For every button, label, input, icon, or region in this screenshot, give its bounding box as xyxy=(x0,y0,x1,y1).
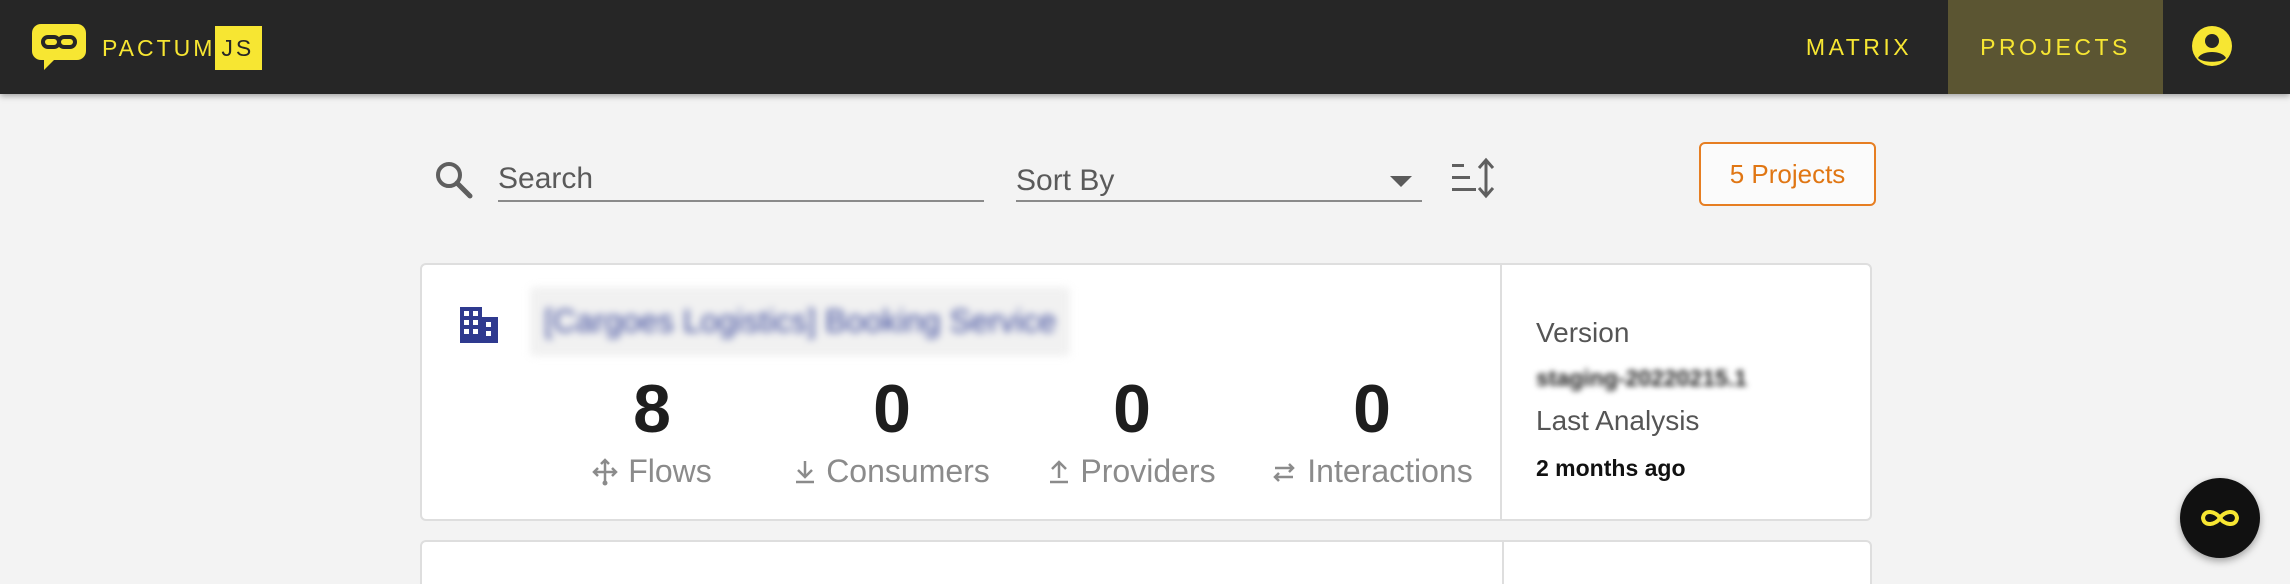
version-label: Version xyxy=(1536,317,1630,348)
version-value: staging-20220215.1 xyxy=(1536,365,1747,391)
upload-icon xyxy=(1050,459,1069,483)
swap-icon xyxy=(1273,462,1296,482)
brand-name: PACTUM xyxy=(102,34,216,61)
sort-direction-icon[interactable] xyxy=(1448,154,1496,202)
stat-consumers: 0 Consumers xyxy=(772,373,1012,490)
search-field xyxy=(498,158,984,202)
top-app-bar: PACTUM JS MATRIX PROJECTS xyxy=(0,0,2290,94)
sort-by-select[interactable]: Sort By xyxy=(1016,158,1422,202)
flows-icon xyxy=(592,457,618,485)
chevron-down-icon xyxy=(1390,176,1412,187)
search-input[interactable] xyxy=(498,158,984,200)
stat-value: 0 xyxy=(1113,371,1151,447)
stat-label: Providers xyxy=(1080,453,1216,489)
search-icon xyxy=(436,162,473,199)
last-analysis-value: 2 months ago xyxy=(1536,455,1686,481)
stat-value: 0 xyxy=(873,371,911,447)
last-analysis-label: Last Analysis xyxy=(1536,405,1700,436)
stat-providers: 0 Providers xyxy=(1012,373,1252,490)
project-name[interactable]: [Cargoes Logistics] Booking Service xyxy=(530,287,1071,356)
project-count-button[interactable]: 5 Projects xyxy=(1699,142,1876,206)
floating-action-button[interactable] xyxy=(2180,478,2260,558)
project-card[interactable]: [Cargoes Logistics] Booking Service 8 Fl… xyxy=(420,263,1872,521)
infinity-icon xyxy=(2200,510,2240,526)
card-divider xyxy=(1502,542,1504,584)
stat-value: 8 xyxy=(633,371,671,447)
stat-label: Flows xyxy=(628,453,712,489)
sort-by-value: Sort By xyxy=(1016,164,1115,197)
stat-label: Consumers xyxy=(826,453,990,489)
pactum-logo-icon[interactable] xyxy=(32,24,86,70)
stat-interactions: 0 Interactions xyxy=(1252,373,1492,490)
nav-projects[interactable]: PROJECTS xyxy=(1948,0,2163,94)
project-meta: Version staging-20220215.1 Last Analysis… xyxy=(1504,265,1870,519)
brand-suffix: JS xyxy=(215,26,263,70)
account-circle-icon[interactable] xyxy=(2190,24,2234,68)
brand-title[interactable]: PACTUM JS xyxy=(102,26,263,70)
building-icon xyxy=(460,307,498,343)
stat-label: Interactions xyxy=(1307,453,1473,489)
nav-matrix[interactable]: MATRIX xyxy=(1780,0,1938,94)
project-card[interactable] xyxy=(420,540,1872,584)
download-icon xyxy=(796,460,815,483)
stat-value: 0 xyxy=(1353,371,1391,447)
stat-flows: 8 Flows xyxy=(532,373,772,490)
project-summary: [Cargoes Logistics] Booking Service 8 Fl… xyxy=(422,265,1502,519)
